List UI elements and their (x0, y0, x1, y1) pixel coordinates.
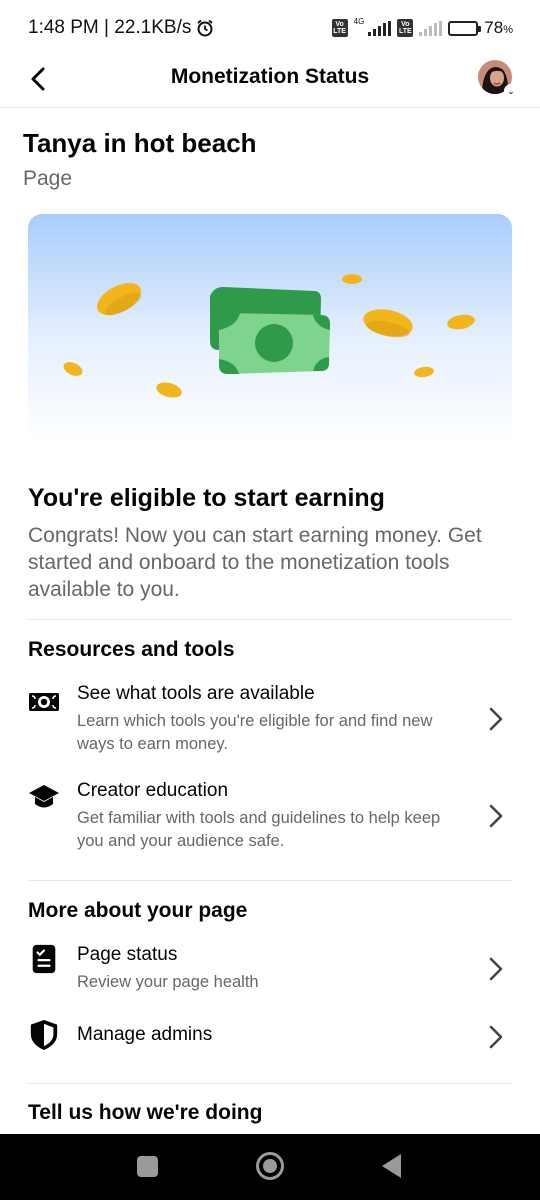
status-left: 1:48 PM | 22.1KB/s (28, 17, 215, 39)
top-app-bar: Monetization Status ⌄ (0, 56, 540, 108)
shield-icon (30, 1019, 58, 1051)
time-and-speed: 1:48 PM | 22.1KB/s (28, 17, 192, 38)
chevron-right-icon (489, 707, 503, 731)
money-illustration (28, 214, 512, 444)
system-navigation-bar (0, 1134, 540, 1200)
status-right: Vo LTE 4G Vo LTE 78% (331, 17, 513, 38)
section-title-more-about: More about your page (28, 899, 248, 922)
divider (28, 619, 512, 620)
eligibility-description: Congrats! Now you can start earning mone… (28, 524, 482, 601)
section-title-resources: Resources and tools (28, 638, 235, 661)
signal-strength-icon (368, 20, 392, 36)
list-item-subtitle: Get familiar with tools and guidelines t… (77, 809, 441, 850)
list-item-subtitle: Learn which tools you're eligible for an… (77, 712, 433, 753)
signal-strength-icon-sim2 (419, 20, 443, 36)
alarm-icon (197, 19, 213, 37)
network-type: 4G (353, 17, 365, 26)
divider (28, 880, 512, 881)
list-item-title: See what tools are available (77, 683, 315, 704)
chevron-right-icon (489, 957, 503, 981)
eligibility-title: You're eligible to start earning (28, 484, 385, 512)
battery-percent: 78% (484, 18, 513, 37)
chevron-right-icon (489, 1025, 503, 1049)
list-item-manage-admins[interactable]: Manage admins (0, 1018, 540, 1058)
money-icon (29, 693, 59, 711)
money-bill-icon (210, 287, 330, 374)
volte-icon: Vo LTE (331, 19, 348, 37)
list-item-title: Creator education (77, 780, 229, 801)
list-item-page-status[interactable]: Page status Review your page health (0, 941, 540, 1001)
page-title: Monetization Status (170, 65, 370, 88)
volte-icon-sim2: Vo LTE (397, 19, 414, 37)
list-item-creator-education[interactable]: Creator education Get familiar with tool… (0, 777, 540, 857)
list-item-subtitle: Review your page health (77, 973, 259, 991)
clipboard-checklist-icon (32, 944, 56, 974)
status-bar: 1:48 PM | 22.1KB/s Vo LTE 4G Vo LTE 78% (0, 0, 540, 56)
recent-apps-button[interactable] (137, 1156, 158, 1177)
list-item-title: Page status (77, 944, 178, 965)
home-button[interactable] (256, 1152, 284, 1180)
page-name: Tanya in hot beach (23, 128, 257, 158)
page-type: Page (23, 167, 73, 190)
section-title-feedback: Tell us how we're doing (28, 1101, 263, 1124)
chevron-down-icon: ⌄ (504, 84, 518, 98)
list-item-see-tools[interactable]: See what tools are available Learn which… (0, 680, 540, 760)
list-item-title: Manage admins (77, 1024, 213, 1045)
battery-icon (448, 20, 482, 36)
graduation-cap-icon (29, 785, 59, 808)
system-back-button[interactable] (382, 1154, 401, 1178)
profile-switcher-button[interactable]: ⌄ (478, 60, 518, 98)
divider (28, 1083, 512, 1084)
chevron-right-icon (489, 804, 503, 828)
